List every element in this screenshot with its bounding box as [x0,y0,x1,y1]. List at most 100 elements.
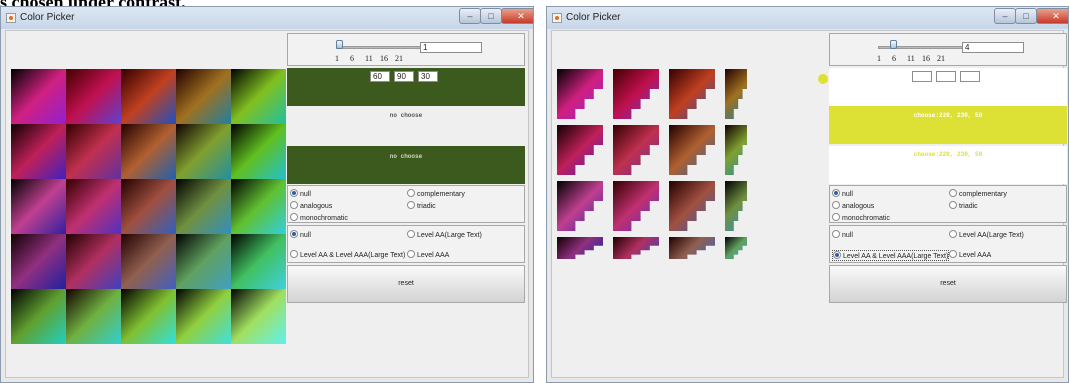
maximize-icon[interactable]: □ [1015,8,1037,24]
close-icon[interactable]: ✕ [1036,8,1068,24]
color-swatch[interactable] [176,289,231,344]
radio-monochromatic[interactable]: monochromatic [832,213,890,222]
radio-analogous[interactable]: analogous [832,201,874,210]
color-swatch[interactable] [176,234,231,289]
slider-thumb[interactable] [336,40,343,49]
color-swatch[interactable] [66,69,121,124]
title-bar[interactable]: Color Picker – □ ✕ [547,7,1068,29]
color-swatch[interactable] [725,237,747,259]
minimize-icon[interactable]: – [459,8,481,24]
color-swatch[interactable] [176,179,231,234]
color-swatch[interactable] [11,179,66,234]
radio-label: null [842,232,853,239]
radio-dot-icon [290,201,298,209]
slider-value-field[interactable]: 4 [962,42,1024,53]
title-bar[interactable]: Color Picker – □ ✕ [1,7,533,29]
radio-dot-icon [832,213,840,221]
red-field[interactable] [912,71,932,82]
minimize-icon[interactable]: – [994,8,1016,24]
color-swatch[interactable] [66,124,121,179]
blue-field[interactable] [960,71,980,82]
radio-level-aaa[interactable]: Level AAA [949,250,991,259]
color-swatch[interactable] [669,125,715,175]
slider-tick-labels: 1 6 11 16 21 [335,54,410,63]
window-title: Color Picker [20,12,75,23]
reset-button[interactable]: reset [829,265,1067,303]
close-icon[interactable]: ✕ [501,8,533,24]
color-swatch[interactable] [66,289,121,344]
slider-value-field[interactable]: 1 [420,42,482,53]
color-swatch[interactable] [66,234,121,289]
green-field[interactable]: 90 [394,71,414,82]
color-swatch[interactable] [557,181,603,231]
color-swatch[interactable] [669,237,715,259]
radio-complementary[interactable]: complementary [407,189,465,198]
slider-panel: 1 6 11 16 21 4 [829,33,1067,66]
red-field[interactable]: 60 [370,71,390,82]
radio-triadic[interactable]: triadic [949,201,978,210]
radio-level-aaa[interactable]: Level AAA [407,250,449,259]
radio-level-aa-aaa-large[interactable]: Level AA & Level AAA(Large Text) [832,250,950,261]
maximize-icon[interactable]: □ [480,8,502,24]
radio-label: monochromatic [300,215,348,222]
color-swatch[interactable] [613,125,659,175]
radio-monochromatic[interactable]: monochromatic [290,213,348,222]
slider-thumb[interactable] [890,40,897,49]
slider-track[interactable] [336,46,424,49]
choose-label: choose:220, 230, 50 [913,112,983,119]
radio-null[interactable]: null [290,189,311,198]
color-swatch[interactable] [121,289,176,344]
radio-label: Level AAA [959,252,992,259]
reset-button[interactable]: reset [287,265,525,303]
color-swatch[interactable] [557,69,603,119]
radio-level-aa-aaa-large[interactable]: Level AA & Level AAA(Large Text) [290,250,405,259]
color-swatch[interactable] [121,69,176,124]
color-swatch[interactable] [231,289,286,344]
color-swatch[interactable] [176,124,231,179]
radio-level-null[interactable]: null [290,230,311,239]
color-swatch[interactable] [11,234,66,289]
tick-label: 16 [380,54,388,63]
color-swatch[interactable] [11,69,66,124]
color-swatch[interactable] [725,181,747,231]
radio-triadic[interactable]: triadic [407,201,436,210]
radio-complementary[interactable]: complementary [949,189,1007,198]
radio-level-aa-large[interactable]: Level AA(Large Text) [949,230,1024,239]
color-swatch[interactable] [613,181,659,231]
color-swatch[interactable] [557,237,603,259]
color-swatch[interactable] [725,125,747,175]
radio-dot-icon [290,250,298,258]
color-swatch[interactable] [231,69,286,124]
green-field[interactable] [936,71,956,82]
color-swatch[interactable] [669,69,715,119]
chosen-color-panel: choose:220, 230, 50 [829,106,1067,144]
result-panel-light: no choose [287,106,525,144]
radio-dot-icon [832,230,840,238]
radio-level-aa-large[interactable]: Level AA(Large Text) [407,230,482,239]
color-swatch[interactable] [121,179,176,234]
radio-null[interactable]: null [832,189,853,198]
color-swatch[interactable] [121,234,176,289]
color-swatch[interactable] [669,181,715,231]
color-swatch[interactable] [613,237,659,259]
radio-level-null[interactable]: null [832,230,853,239]
color-swatch[interactable] [176,69,231,124]
blue-field[interactable]: 30 [418,71,438,82]
radio-label: complementary [959,191,1007,198]
radio-label: analogous [300,203,333,210]
color-swatch[interactable] [11,124,66,179]
color-swatch[interactable] [725,69,747,119]
color-swatch[interactable] [557,125,603,175]
color-swatch[interactable] [11,289,66,344]
color-swatch[interactable] [231,179,286,234]
radio-dot-icon [949,230,957,238]
color-swatch[interactable] [231,234,286,289]
tick-label: 1 [335,54,339,63]
color-swatch[interactable] [231,124,286,179]
color-swatch[interactable] [66,179,121,234]
color-swatch[interactable] [121,124,176,179]
radio-analogous[interactable]: analogous [290,201,332,210]
color-swatch[interactable] [613,69,659,119]
radio-label: null [300,191,311,198]
radio-label: Level AA & Level AAA(Large Text) [843,253,949,260]
